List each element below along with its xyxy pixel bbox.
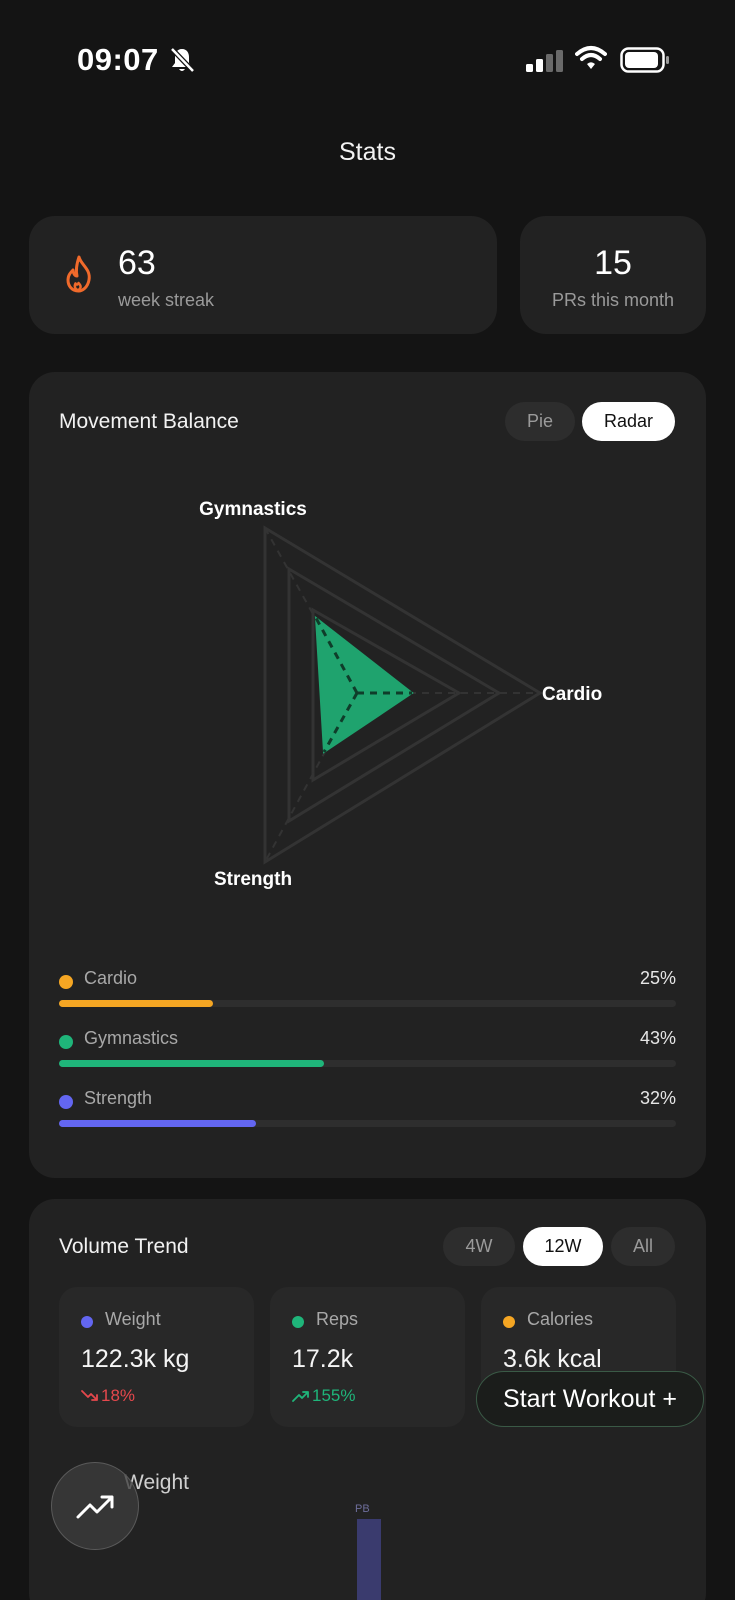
signal-icon xyxy=(526,50,563,72)
streak-value: 63 xyxy=(118,244,156,282)
metric-card-weight[interactable]: Weight 122.3k kg 18% xyxy=(59,1287,254,1427)
gymnastics-dot xyxy=(59,1035,73,1049)
radar-label-cardio: Cardio xyxy=(542,684,602,705)
start-workout-button[interactable]: Start Workout + xyxy=(476,1371,704,1427)
battery-icon xyxy=(620,47,669,73)
trend-fab-button[interactable] xyxy=(51,1462,139,1550)
progress-fill-gymnastics xyxy=(59,1060,325,1067)
progress-fill-cardio xyxy=(59,1000,214,1007)
weight-dot xyxy=(81,1316,93,1328)
bell-off-icon xyxy=(170,47,195,73)
range-4w-button[interactable]: 4W xyxy=(443,1227,515,1266)
metric-value-reps: 17.2k xyxy=(292,1345,354,1373)
calories-dot xyxy=(503,1316,515,1328)
radar-label-strength: Strength xyxy=(214,869,292,890)
prs-label: PRs this month xyxy=(551,290,675,310)
metric-change-reps-text: 155% xyxy=(312,1386,356,1405)
legend-row-strength: Strength 32% xyxy=(59,1088,676,1128)
legend-percent-gymnastics: 43% xyxy=(639,1028,676,1048)
legend-percent-cardio: 25% xyxy=(639,968,676,988)
progress-track-cardio xyxy=(59,1000,676,1007)
metric-value-weight: 122.3k kg xyxy=(81,1345,190,1373)
status-bar: 09:07 xyxy=(0,0,735,120)
trend-up-icon xyxy=(76,1495,114,1519)
metric-card-reps[interactable]: Reps 17.2k 155% xyxy=(270,1287,465,1427)
prs-card: 15 PRs this month xyxy=(520,216,706,334)
range-12w-button[interactable]: 12W xyxy=(523,1227,603,1266)
trend-up-icon xyxy=(292,1391,309,1402)
radar-chart: Gymnastics Cardio Strength xyxy=(199,499,602,890)
streak-label: week streak xyxy=(118,290,215,310)
metric-name-reps: Reps xyxy=(316,1309,359,1329)
legend-row-cardio: Cardio 25% xyxy=(59,968,676,1008)
reps-dot xyxy=(292,1316,304,1328)
progress-track-gymnastics xyxy=(59,1060,676,1067)
trend-down-icon xyxy=(81,1390,98,1401)
pb-label: PB xyxy=(355,1503,370,1515)
prs-value: 15 xyxy=(594,244,632,282)
legend-name-strength: Strength xyxy=(84,1088,153,1108)
strength-dot xyxy=(59,1095,73,1109)
volume-trend-title: Volume Trend xyxy=(59,1235,189,1258)
progress-fill-strength xyxy=(59,1120,257,1127)
radar-label-gymnastics: Gymnastics xyxy=(199,499,307,520)
legend-name-cardio: Cardio xyxy=(84,968,138,988)
wifi-icon xyxy=(575,46,607,69)
status-time: 09:07 xyxy=(77,42,159,77)
metric-value-calories: 3.6k kcal xyxy=(503,1345,602,1373)
cardio-dot xyxy=(59,975,73,989)
metric-change-weight: 18% xyxy=(81,1386,135,1406)
legend-row-gymnastics: Gymnastics 43% xyxy=(59,1028,676,1068)
metric-change-weight-text: 18% xyxy=(101,1386,136,1405)
movement-balance-card: Movement Balance Pie Radar Gymnastics Ca… xyxy=(29,372,706,1178)
metric-change-reps: 155% xyxy=(292,1386,355,1406)
legend-name-gymnastics: Gymnastics xyxy=(84,1028,179,1048)
range-all-button[interactable]: All xyxy=(611,1227,675,1266)
metric-name-weight: Weight xyxy=(105,1309,161,1329)
page-title: Stats xyxy=(339,138,396,166)
legend-percent-strength: 32% xyxy=(639,1088,676,1108)
metric-name-calories: Calories xyxy=(527,1309,594,1329)
flame-icon xyxy=(66,255,91,293)
streak-card: 63 week streak xyxy=(29,216,497,334)
progress-track-strength xyxy=(59,1120,676,1127)
weight-bar xyxy=(357,1519,381,1600)
